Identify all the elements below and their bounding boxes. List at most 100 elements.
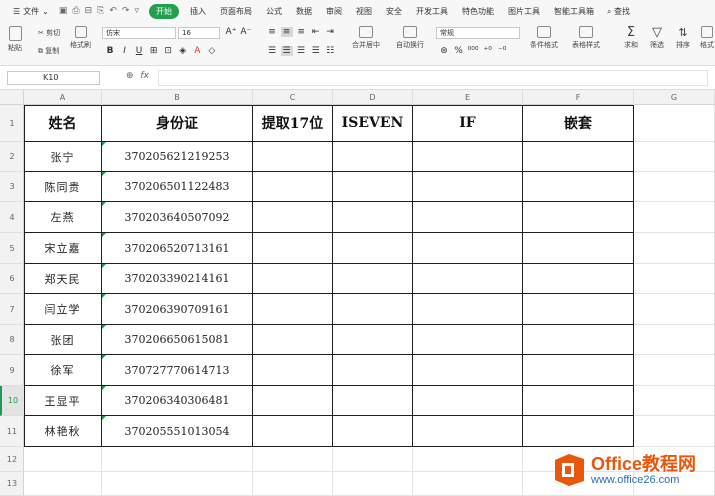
empty-cell[interactable] [523, 386, 634, 416]
column-header-a[interactable]: A [24, 90, 102, 105]
empty-cell[interactable] [523, 325, 634, 355]
fx-icon[interactable]: fx [140, 71, 149, 81]
name-cell[interactable]: 徐军 [24, 355, 102, 386]
tab-start[interactable]: 开始 [148, 3, 179, 19]
empty-cell[interactable] [333, 472, 413, 496]
id-cell[interactable]: 370206520713161 [102, 233, 253, 264]
empty-cell[interactable] [24, 472, 102, 496]
empty-cell[interactable] [634, 325, 715, 355]
row-header-10[interactable]: 10 [0, 386, 24, 416]
header-cell[interactable]: 身份证 [102, 105, 253, 142]
font-name-select[interactable]: 仿宋 [102, 27, 176, 39]
empty-cell[interactable] [333, 447, 413, 472]
tab-formulas[interactable]: 公式 [259, 6, 289, 17]
id-cell[interactable]: 370203390214161 [102, 264, 253, 294]
table-style-button[interactable]: 表格样式 [572, 26, 600, 50]
export-icon[interactable]: ⎘ [97, 6, 104, 16]
justify-icon[interactable]: ☰ [310, 46, 322, 56]
row-header-2[interactable]: 2 [0, 142, 24, 172]
empty-cell[interactable] [253, 325, 333, 355]
align-center-icon[interactable]: ☰ [280, 46, 293, 56]
empty-cell[interactable] [333, 355, 413, 386]
id-cell[interactable]: 370206501122483 [102, 172, 253, 202]
empty-cell[interactable] [253, 202, 333, 233]
empty-cell[interactable] [523, 142, 634, 172]
empty-cell[interactable] [24, 447, 102, 472]
align-left-icon[interactable]: ☰ [266, 46, 278, 56]
empty-cell[interactable] [413, 447, 523, 472]
tab-page-layout[interactable]: 页面布局 [213, 6, 259, 17]
empty-cell[interactable] [253, 447, 333, 472]
empty-cell[interactable] [413, 172, 523, 202]
row-header-4[interactable]: 4 [0, 202, 24, 233]
row-header-7[interactable]: 7 [0, 294, 24, 325]
empty-cell[interactable] [634, 105, 715, 142]
empty-cell[interactable] [634, 386, 715, 416]
tab-picture-tools[interactable]: 图片工具 [501, 6, 547, 17]
empty-cell[interactable] [253, 294, 333, 325]
name-cell[interactable]: 左燕 [24, 202, 102, 233]
indent-increase-icon[interactable]: ⇥ [324, 27, 336, 37]
empty-cell[interactable] [333, 386, 413, 416]
column-header-f[interactable]: F [523, 90, 634, 105]
empty-cell[interactable] [413, 355, 523, 386]
tab-review[interactable]: 审阅 [319, 6, 349, 17]
customize-icon[interactable]: ▿ [134, 6, 139, 16]
id-cell[interactable]: 370203640507092 [102, 202, 253, 233]
empty-cell[interactable] [523, 264, 634, 294]
align-middle-icon[interactable]: ≡ [280, 27, 293, 37]
border-icon[interactable]: ⊞ [148, 46, 160, 56]
tab-security[interactable]: 安全 [379, 6, 409, 17]
tab-view[interactable]: 视图 [349, 6, 379, 17]
empty-cell[interactable] [253, 233, 333, 264]
print-preview-icon[interactable]: ⎙ [72, 6, 79, 16]
name-cell[interactable]: 闫立学 [24, 294, 102, 325]
undo-icon[interactable]: ↶ [109, 6, 117, 16]
id-cell[interactable]: 370727770614713 [102, 355, 253, 386]
empty-cell[interactable] [634, 202, 715, 233]
empty-cell[interactable] [253, 264, 333, 294]
sum-button[interactable]: Σ 求和 [624, 26, 638, 50]
empty-cell[interactable] [253, 142, 333, 172]
fill-color-icon[interactable]: ◈ [177, 46, 189, 56]
format-painter-button[interactable]: 格式刷 [70, 26, 91, 50]
name-cell[interactable]: 林艳秋 [24, 416, 102, 447]
align-right-icon[interactable]: ☰ [295, 46, 307, 56]
empty-cell[interactable] [102, 447, 253, 472]
tab-special-features[interactable]: 特色功能 [455, 6, 501, 17]
name-cell[interactable]: 张宁 [24, 142, 102, 172]
print-icon[interactable]: ⊟ [85, 6, 93, 16]
empty-cell[interactable] [413, 264, 523, 294]
row-header-5[interactable]: 5 [0, 233, 24, 264]
name-box[interactable]: K10 [7, 71, 100, 85]
filter-button[interactable]: ▽ 筛选 [650, 26, 664, 50]
id-cell[interactable]: 370205621219253 [102, 142, 253, 172]
empty-cell[interactable] [102, 472, 253, 496]
empty-cell[interactable] [523, 202, 634, 233]
empty-cell[interactable] [333, 325, 413, 355]
column-header-g[interactable]: G [634, 90, 715, 105]
name-cell[interactable]: 陈同贵 [24, 172, 102, 202]
id-cell[interactable]: 370206340306481 [102, 386, 253, 416]
paste-button[interactable]: 粘贴 [8, 26, 22, 53]
wrap-text-button[interactable]: 自动换行 [396, 26, 424, 50]
empty-cell[interactable] [253, 472, 333, 496]
zoom-icon[interactable]: ⊕ [126, 71, 134, 81]
empty-cell[interactable] [413, 472, 523, 496]
empty-cell[interactable] [413, 386, 523, 416]
row-header-9[interactable]: 9 [0, 355, 24, 386]
empty-cell[interactable] [413, 142, 523, 172]
empty-cell[interactable] [413, 416, 523, 447]
id-cell[interactable]: 370206390709161 [102, 294, 253, 325]
row-header-11[interactable]: 11 [0, 416, 24, 447]
indent-decrease-icon[interactable]: ⇤ [310, 27, 322, 37]
currency-icon[interactable]: ⊛ [438, 46, 450, 56]
underline-icon[interactable]: U [133, 46, 145, 56]
align-top-icon[interactable]: ≡ [266, 27, 278, 37]
italic-icon[interactable]: I [119, 46, 131, 56]
empty-cell[interactable] [413, 294, 523, 325]
increase-decimal-icon[interactable]: ⁺⁰ [482, 46, 494, 56]
empty-cell[interactable] [333, 264, 413, 294]
empty-cell[interactable] [413, 233, 523, 264]
name-cell[interactable]: 张团 [24, 325, 102, 355]
